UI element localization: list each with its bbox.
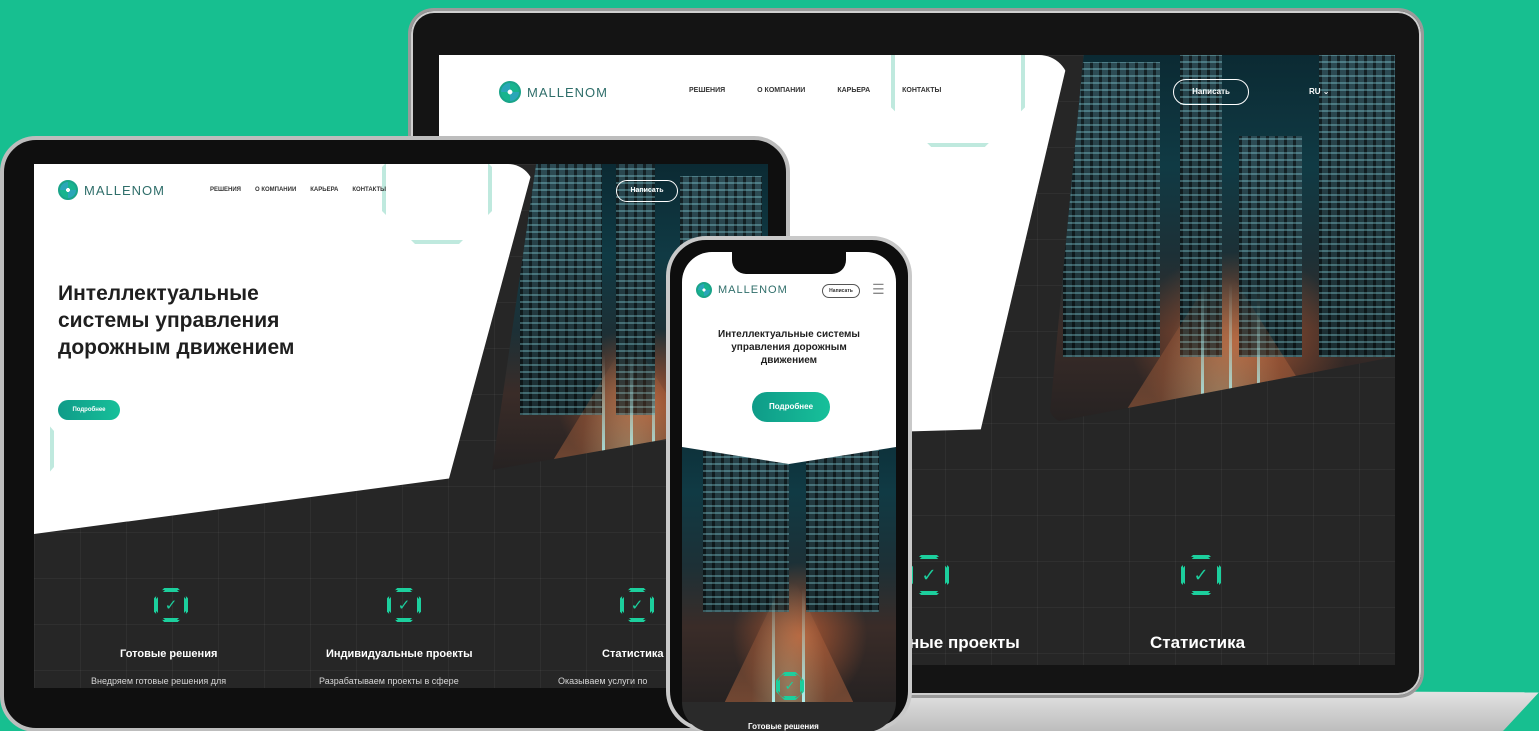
hero-title: Интеллектуальные системы управления доро… bbox=[718, 329, 860, 366]
feature-title-individual: ные проекты bbox=[909, 633, 1020, 652]
nav-item-about[interactable]: О КОМПАНИИ bbox=[255, 187, 296, 193]
feature-title-ready: Готовые решения bbox=[120, 648, 218, 660]
nav-item-solutions[interactable]: РЕШЕНИЯ bbox=[689, 87, 725, 94]
mallenom-logo-icon bbox=[696, 282, 712, 298]
feature-desc-ready: Внедряем готовые решения для bbox=[91, 676, 227, 686]
write-button[interactable]: Написать bbox=[616, 180, 678, 202]
nav-item-contacts[interactable]: КОНТАКТЫ bbox=[902, 87, 941, 94]
check-octagon-icon: ✓ bbox=[909, 555, 949, 595]
logo[interactable]: MALLENOM bbox=[696, 282, 788, 298]
check-octagon-icon: ✓ bbox=[1181, 555, 1221, 595]
nav-item-career[interactable]: КАРЬЕРА bbox=[837, 87, 870, 94]
mallenom-logo-icon bbox=[499, 81, 521, 103]
feature-title-statistics: Статистика bbox=[602, 648, 664, 660]
logo[interactable]: MALLENOM bbox=[58, 180, 165, 200]
check-octagon-icon: ✓ bbox=[776, 672, 804, 700]
logo[interactable]: MALLENOM bbox=[499, 81, 608, 103]
main-nav: РЕШЕНИЯ О КОМПАНИИ КАРЬЕРА КОНТАКТЫ bbox=[210, 187, 386, 193]
logo-text: MALLENOM bbox=[718, 284, 788, 296]
write-button[interactable]: Написать bbox=[1173, 79, 1249, 105]
nav-item-solutions[interactable]: РЕШЕНИЯ bbox=[210, 187, 241, 193]
feature-desc-individual: Разрабатываем проекты в сфере bbox=[319, 676, 459, 686]
feature-desc-statistics: Оказываем услуги по bbox=[558, 676, 648, 686]
phone-notch bbox=[732, 252, 846, 274]
hamburger-icon[interactable]: ☰ bbox=[872, 281, 885, 298]
nav-item-career[interactable]: КАРЬЕРА bbox=[310, 187, 338, 193]
logo-text: MALLENOM bbox=[527, 84, 608, 100]
hero-title: Интеллектуальные системы управления доро… bbox=[58, 282, 295, 359]
write-button[interactable]: Написать bbox=[822, 284, 860, 298]
nav-item-contacts[interactable]: КОНТАКТЫ bbox=[352, 187, 386, 193]
feature-title-individual: Индивидуальные проекты bbox=[326, 648, 473, 660]
tablet-screen: MALLENOM РЕШЕНИЯ О КОМПАНИИ КАРЬЕРА КОНТ… bbox=[34, 164, 768, 688]
phone-screen: MALLENOM Написать ☰ Интеллектуальные сис… bbox=[682, 252, 896, 731]
logo-text: MALLENOM bbox=[84, 182, 165, 198]
feature-title-statistics: Статистика bbox=[1150, 633, 1246, 652]
more-button[interactable]: Подробнее bbox=[58, 400, 120, 420]
more-button[interactable]: Подробнее bbox=[752, 392, 830, 422]
feature-title-ready: Готовые решения bbox=[748, 722, 819, 731]
main-nav: РЕШЕНИЯ О КОМПАНИИ КАРЬЕРА КОНТАКТЫ bbox=[689, 87, 941, 94]
phone-device: MALLENOM Написать ☰ Интеллектуальные сис… bbox=[666, 236, 912, 731]
mallenom-logo-icon bbox=[58, 180, 78, 200]
nav-item-about[interactable]: О КОМПАНИИ bbox=[757, 87, 805, 94]
language-select[interactable]: RU ⌄ bbox=[1309, 87, 1329, 96]
